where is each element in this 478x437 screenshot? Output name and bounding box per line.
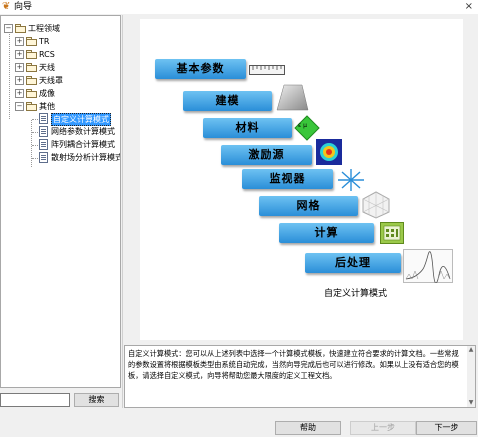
template-doc-icon	[39, 139, 48, 150]
ruler-icon	[249, 65, 285, 75]
excitation-icon	[316, 139, 342, 165]
tree-leaf-label: 散射场分析计算模式	[51, 153, 121, 162]
panel-splitter[interactable]	[122, 15, 123, 408]
title-bar: ❦ 向导 ×	[0, 0, 478, 14]
shape-icon	[276, 84, 309, 111]
tree-leaf-label: 自定义计算模式	[51, 113, 111, 126]
tree-connector	[31, 120, 32, 167]
template-doc-icon	[39, 152, 48, 163]
next-button[interactable]: 下一步	[416, 421, 477, 435]
material-icon-text: ε μ	[298, 122, 307, 129]
help-button[interactable]: 帮助	[275, 421, 341, 435]
description-box: 自定义计算模式：您可以从上述列表中选择一个计算模式模板，快速建立符合要求的计算文…	[124, 345, 476, 408]
folder-open-icon	[15, 24, 26, 33]
tree-connector	[9, 31, 10, 119]
expand-icon[interactable]: +	[15, 89, 24, 98]
tree-node-label: 其他	[39, 102, 55, 111]
collapse-icon[interactable]: −	[4, 24, 13, 33]
expand-icon[interactable]: +	[15, 76, 24, 85]
expand-icon[interactable]: +	[15, 50, 24, 59]
folder-open-icon	[26, 102, 37, 111]
tree-node-label: 天线罩	[39, 76, 63, 85]
mesh-icon	[362, 191, 390, 219]
step-basic-params: 基本参数	[155, 59, 246, 79]
step-material: 材料	[203, 118, 292, 138]
scroll-up-icon[interactable]: ▲	[467, 346, 475, 354]
tree-connector	[32, 145, 38, 146]
folder-icon	[26, 50, 37, 59]
step-calculate: 计算	[279, 223, 374, 243]
folder-icon	[26, 76, 37, 85]
folder-icon	[26, 63, 37, 72]
tree-node-label: 天线	[39, 63, 55, 72]
tree-node-label: 成像	[39, 89, 55, 98]
plot-icon	[403, 249, 453, 283]
prev-button[interactable]: 上一步	[350, 421, 416, 435]
expand-icon[interactable]: +	[15, 63, 24, 72]
tree-node-label: 工程领域	[28, 24, 60, 33]
monitor-icon	[338, 169, 364, 191]
button-bar: 帮助 上一步 下一步	[0, 409, 478, 437]
tree-node-label: RCS	[39, 50, 55, 59]
mode-caption: 自定义计算模式	[324, 289, 388, 299]
folder-icon	[26, 89, 37, 98]
workflow-preview: 基本参数 建模 材料 激励源 监视器 网格 计算 后处理 ε μ 自定义计算模式	[140, 19, 463, 340]
step-modeling: 建模	[183, 91, 272, 111]
tree-connector	[32, 158, 38, 159]
tree-connector	[32, 119, 38, 120]
calculator-icon	[380, 222, 404, 244]
template-doc-icon	[39, 113, 48, 124]
folder-icon	[26, 37, 37, 46]
template-tree: − 工程领域 + TR + RCS + 天线 + 天线罩 + 成像 − 其他 自…	[0, 15, 121, 388]
search-button[interactable]: 搜索	[74, 393, 119, 407]
step-excitation: 激励源	[221, 145, 312, 165]
template-doc-icon	[39, 126, 48, 137]
search-input[interactable]	[0, 393, 70, 407]
scroll-down-icon[interactable]: ▼	[467, 399, 475, 407]
close-icon[interactable]: ×	[465, 0, 473, 13]
tree-leaf-label: 阵列耦合计算模式	[51, 140, 115, 149]
window-title: 向导	[14, 2, 33, 12]
collapse-icon[interactable]: −	[15, 102, 24, 111]
tree-node-label: TR	[39, 37, 50, 46]
step-monitor: 监视器	[242, 169, 333, 189]
tree-leaf-label: 网络参数计算模式	[51, 127, 115, 136]
step-mesh: 网格	[259, 196, 358, 216]
description-scrollbar[interactable]: ▲ ▼	[467, 346, 475, 407]
expand-icon[interactable]: +	[15, 37, 24, 46]
step-postprocess: 后处理	[305, 253, 401, 273]
wizard-app-icon: ❦	[2, 1, 11, 12]
description-text: 自定义计算模式：您可以从上述列表中选择一个计算模式模板，快速建立符合要求的计算文…	[128, 349, 459, 380]
tree-connector	[32, 132, 38, 133]
